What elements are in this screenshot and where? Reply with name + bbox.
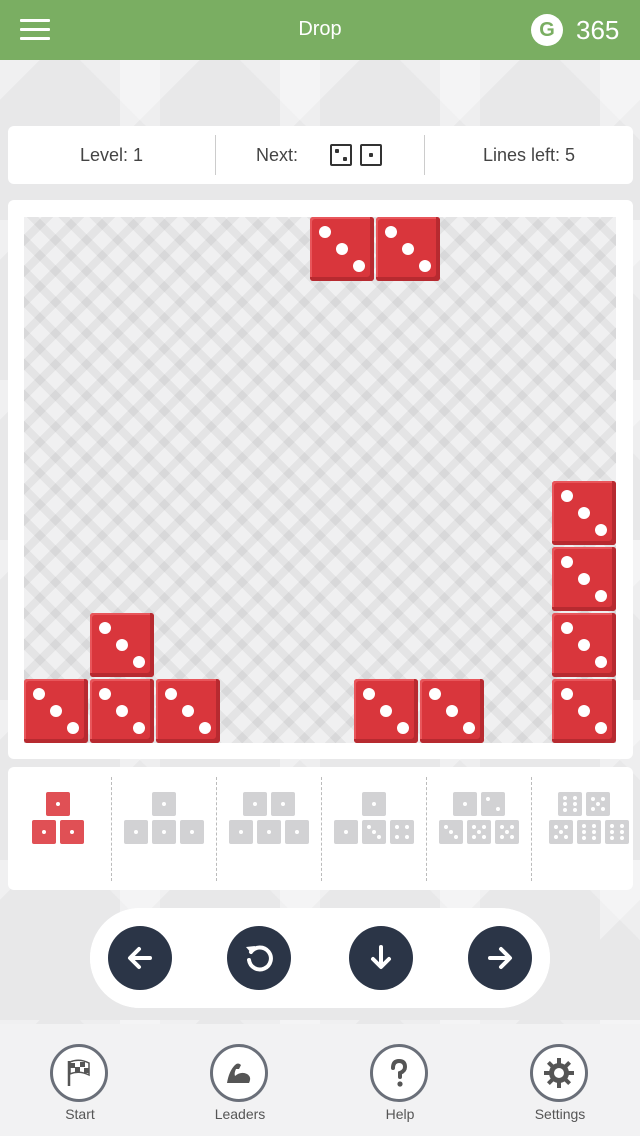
- next-label: Next:: [256, 145, 299, 165]
- nav-settings[interactable]: Settings: [500, 1024, 620, 1136]
- coin-count: 365: [576, 15, 620, 45]
- nav-label: Help: [385, 1106, 415, 1122]
- lines-left-indicator: Lines left: 5: [482, 145, 576, 165]
- question-mark-icon: [370, 1044, 428, 1102]
- placed-die: [552, 481, 616, 545]
- placed-die: [24, 679, 88, 743]
- shape-option-4[interactable]: [322, 767, 426, 890]
- falling-die[interactable]: [376, 217, 440, 281]
- arrow-left-icon: [128, 947, 152, 969]
- arrow-down-icon: [371, 945, 391, 969]
- placed-die: [90, 613, 154, 677]
- shape-option-6[interactable]: [532, 767, 633, 890]
- arrow-right-icon: [488, 947, 512, 969]
- placed-die: [552, 679, 616, 743]
- shape-option-5[interactable]: [427, 767, 531, 890]
- gear-icon: [530, 1044, 588, 1102]
- placed-die: [552, 547, 616, 611]
- shape-option-3[interactable]: [217, 767, 321, 890]
- nav-start[interactable]: Start: [20, 1024, 140, 1136]
- placed-die: [552, 613, 616, 677]
- drop-button[interactable]: [349, 926, 413, 990]
- rotate-button[interactable]: [227, 926, 291, 990]
- move-right-button[interactable]: [468, 926, 532, 990]
- rotate-icon: [246, 945, 273, 972]
- top-bar: Drop G 365: [0, 0, 640, 60]
- next-preview: Next:: [216, 126, 424, 184]
- checkered-flag-icon: [50, 1044, 108, 1102]
- level-indicator: Level: 1: [79, 145, 144, 165]
- falling-die[interactable]: [310, 217, 374, 281]
- placed-die: [420, 679, 484, 743]
- placed-die: [354, 679, 418, 743]
- nav-label: Leaders: [214, 1106, 266, 1122]
- info-bar: Level: 1 Next: Lines left: 5: [8, 126, 633, 184]
- nav-label: Settings: [534, 1106, 586, 1122]
- shape-option-1[interactable]: [8, 767, 111, 890]
- next-die-one: [360, 144, 382, 166]
- nav-label: Start: [65, 1106, 95, 1122]
- next-die-two: [330, 144, 352, 166]
- nav-help[interactable]: Help: [340, 1024, 460, 1136]
- move-left-button[interactable]: [108, 926, 172, 990]
- bottom-navigation: Start Leaders Help Settings: [0, 1024, 640, 1136]
- shapes-tray: [8, 767, 633, 890]
- flexed-arm-icon: [210, 1044, 268, 1102]
- game-board[interactable]: [24, 217, 616, 743]
- nav-leaders[interactable]: Leaders: [180, 1024, 300, 1136]
- placed-die: [156, 679, 220, 743]
- shape-option-2[interactable]: [112, 767, 216, 890]
- placed-die: [90, 679, 154, 743]
- coin-icon: G: [531, 14, 563, 46]
